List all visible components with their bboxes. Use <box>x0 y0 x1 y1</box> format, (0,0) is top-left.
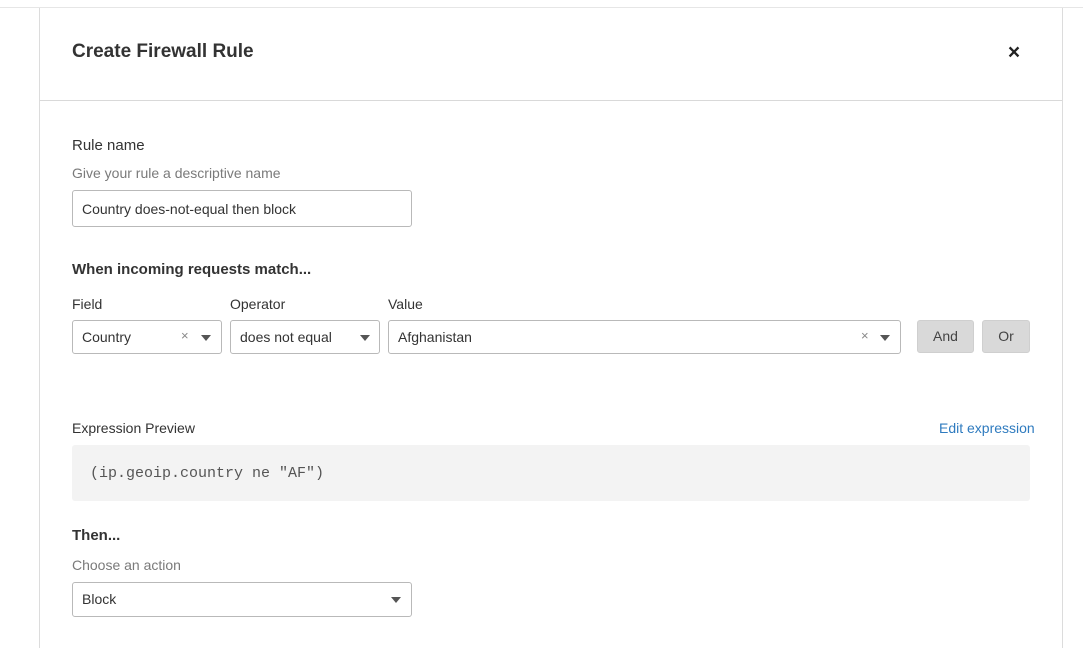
rule-name-label: Rule name <box>72 137 145 154</box>
chevron-down-icon <box>880 335 890 341</box>
expression-code: (ip.geoip.country ne "AF") <box>90 464 325 482</box>
expression-preview-box: (ip.geoip.country ne "AF") <box>72 445 1030 501</box>
chevron-down-icon <box>360 335 370 341</box>
field-select[interactable]: Country × <box>72 320 222 354</box>
header-divider <box>40 100 1062 101</box>
chevron-down-icon <box>391 597 401 603</box>
value-select-value: Afghanistan <box>398 329 472 345</box>
then-section-title: Then... <box>72 527 121 544</box>
match-section-title: When incoming requests match... <box>72 261 312 278</box>
operator-select[interactable]: does not equal <box>230 320 380 354</box>
field-label: Field <box>72 296 103 312</box>
action-hint: Choose an action <box>72 557 181 573</box>
edit-expression-link[interactable]: Edit expression <box>939 420 1035 436</box>
or-button[interactable]: Or <box>982 320 1030 353</box>
value-clear-icon[interactable]: × <box>861 328 869 343</box>
operator-select-value: does not equal <box>240 329 332 345</box>
action-select[interactable]: Block <box>72 582 412 617</box>
firewall-rule-panel: Create Firewall Rule × Rule name Give yo… <box>39 8 1063 648</box>
chevron-down-icon <box>201 335 211 341</box>
rule-name-input[interactable]: Country does-not-equal then block <box>72 190 412 227</box>
close-icon[interactable]: × <box>1002 42 1026 67</box>
value-select[interactable]: Afghanistan × <box>388 320 901 354</box>
operator-label: Operator <box>230 296 286 312</box>
rule-name-hint: Give your rule a descriptive name <box>72 165 281 181</box>
field-select-value: Country <box>82 329 132 345</box>
expression-preview-label: Expression Preview <box>72 420 195 436</box>
dialog-title: Create Firewall Rule <box>72 41 254 62</box>
rule-name-value: Country does-not-equal then block <box>82 200 297 217</box>
action-select-value: Block <box>82 591 117 607</box>
and-button[interactable]: And <box>917 320 974 353</box>
value-label: Value <box>388 296 423 312</box>
field-clear-icon[interactable]: × <box>181 328 189 343</box>
